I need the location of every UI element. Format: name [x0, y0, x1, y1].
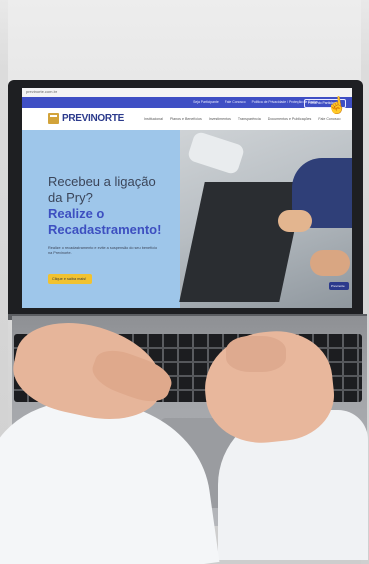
right-fingers — [226, 336, 286, 372]
hero-headline-line4: Recadastramento! — [48, 222, 162, 237]
hero-text: Recebeu a ligação da Pry? Realize o Reca… — [48, 174, 198, 256]
photo-hand — [310, 250, 350, 276]
main-navigation: PREVINORTE Institucional Planos e Benefí… — [22, 108, 352, 131]
logo-mark-icon — [48, 113, 59, 124]
hero-badge-label: Previnorte — [331, 284, 345, 288]
cta-button[interactable]: Clique e saiba mais! — [48, 274, 92, 284]
photo-scene: previnorte.com.br Seja Participante Fale… — [0, 0, 369, 564]
laptop-lid: previnorte.com.br Seja Participante Fale… — [8, 80, 363, 316]
hero-badge: Previnorte — [329, 282, 349, 290]
hero-subtext: Realize o recadastramento e evite a susp… — [48, 246, 158, 255]
laptop-screen: previnorte.com.br Seja Participante Fale… — [22, 88, 352, 308]
top-nav-item[interactable]: Fale Conosco — [225, 100, 246, 104]
main-nav-item[interactable]: Fale Conosco — [318, 117, 340, 121]
hero-banner: Previnorte Recebeu a ligação da Pry? Rea… — [22, 130, 352, 308]
top-nav-item[interactable]: Seja Participante — [193, 100, 219, 104]
previnorte-logo[interactable]: PREVINORTE — [48, 113, 124, 124]
cta-label: Clique e saiba mais! — [52, 277, 87, 281]
top-navigation-bar: Seja Participante Fale Conosco Política … — [22, 97, 352, 108]
hero-headline-line3: Realize o — [48, 206, 105, 221]
hero-photo: Previnorte — [179, 130, 352, 308]
photo-hand — [278, 210, 312, 232]
hero-headline-line2: da Pry? — [48, 190, 93, 205]
photo-laptop — [179, 182, 305, 302]
main-nav-item[interactable]: Transparência — [238, 117, 261, 121]
url-text: previnorte.com.br — [26, 89, 58, 94]
desk-phone — [186, 130, 246, 176]
logo-text: PREVINORTE — [62, 113, 125, 124]
main-nav-item[interactable]: Investimentos — [209, 117, 231, 121]
pointer-hand-cursor-icon: ☝ — [325, 96, 349, 117]
main-nav-item[interactable]: Planos e Benefícios — [170, 117, 202, 121]
main-nav-item[interactable]: Institucional — [144, 117, 163, 121]
hero-headline-line1: Recebeu a ligação — [48, 174, 156, 189]
main-nav-item[interactable]: Documentos e Publicações — [268, 117, 312, 121]
